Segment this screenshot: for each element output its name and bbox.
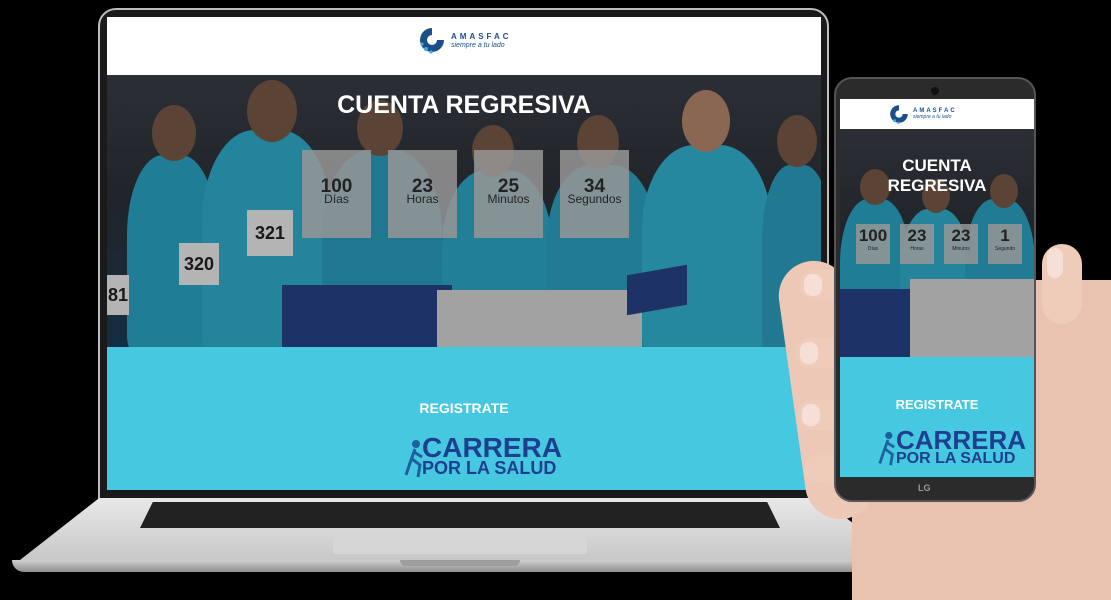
countdown-label: Horas <box>406 192 439 206</box>
countdown-value: 23 <box>951 226 971 245</box>
event-title-line2: POR LA SALUD <box>896 450 1016 468</box>
countdown-title: CUENTA REGRESIVA <box>840 156 1034 196</box>
brand-tagline: siempre a tu lado <box>913 114 952 120</box>
brand-name: AMASFAC <box>451 31 512 41</box>
mobile-register-section: REGISTRATE CARRERA POR LA SALUD <box>840 357 1034 477</box>
amasfac-logo-icon <box>890 105 908 124</box>
hero-section: 320 321 81 CUENTA REGRESIVA 100 Días 23 … <box>107 75 821 347</box>
register-link[interactable]: REGISTRATE <box>107 400 821 416</box>
brand-tagline: siempre a tu lado <box>451 41 505 49</box>
countdown-value: 1 <box>1000 226 1010 245</box>
countdown-seconds: 34 Segundos <box>560 150 629 238</box>
amasfac-logo[interactable]: AMASFAC siempre a tu lado <box>888 103 957 125</box>
countdown-title: CUENTA REGRESIVA <box>337 91 591 119</box>
register-link[interactable]: REGISTRATE <box>840 397 1034 412</box>
runner-icon <box>878 431 895 466</box>
laptop-screen: AMASFAC siempre a tu lado 320 321 81 CUE… <box>107 17 821 490</box>
countdown-hours: 23 Horas <box>900 224 934 264</box>
phone-brand-label: LG <box>918 483 931 493</box>
countdown-title-line2: REGRESIVA <box>887 176 987 195</box>
countdown-value: 100 <box>858 226 888 245</box>
event-title-line1: CARRERA <box>422 432 562 463</box>
amasfac-logo-icon <box>420 28 444 54</box>
countdown-days: 100 Días <box>302 150 371 238</box>
countdown-value: 23 <box>907 226 927 245</box>
countdown-seconds: 1 Segundo <box>988 224 1022 264</box>
register-section: REGISTRATE CARRERA POR LA SALUD <box>107 347 821 490</box>
countdown-label: Minutos <box>487 192 530 206</box>
race-event-logo: CARRERA POR LA SALUD <box>404 432 562 479</box>
countdown-label: Días <box>867 246 879 252</box>
race-event-logo: CARRERA POR LA SALUD <box>878 425 1026 468</box>
mobile-site-header: AMASFAC siempre a tu lado <box>840 99 1034 129</box>
countdown-title-line1: CUENTA <box>902 156 972 175</box>
phone-camera <box>931 87 939 95</box>
laptop-base <box>0 498 920 578</box>
countdown-hours: 23 Horas <box>388 150 457 238</box>
countdown-minutes: 25 Minutos <box>474 150 543 238</box>
runner-icon <box>404 440 423 478</box>
countdown-label: Segundos <box>567 192 622 206</box>
event-title-line2: POR LA SALUD <box>422 458 557 479</box>
phone-screen: AMASFAC siempre a tu lado CUENTA REGRESI… <box>840 99 1034 477</box>
countdown-minutes: 23 Minutos <box>944 224 978 264</box>
countdown-label: Horas <box>910 246 924 252</box>
mobile-hero-section: CUENTA REGRESIVA 100 Días 23 Horas 23 Mi… <box>840 129 1034 357</box>
countdown-timer: 100 Días 23 Horas 25 Minutos 34 Segundos <box>302 150 629 238</box>
countdown-label: Minutos <box>952 246 970 252</box>
countdown-label: Días <box>324 192 349 206</box>
site-header: AMASFAC siempre a tu lado <box>107 17 821 76</box>
amasfac-logo[interactable]: AMASFAC siempre a tu lado <box>417 25 512 55</box>
countdown-timer: 100 Días 23 Horas 23 Minutos 1 Segundo <box>856 224 1022 264</box>
countdown-days: 100 Días <box>856 224 890 264</box>
countdown-label: Segundo <box>994 246 1016 252</box>
trackpad <box>333 532 587 554</box>
event-title-line1: CARRERA <box>896 425 1026 455</box>
keyboard <box>140 502 780 528</box>
